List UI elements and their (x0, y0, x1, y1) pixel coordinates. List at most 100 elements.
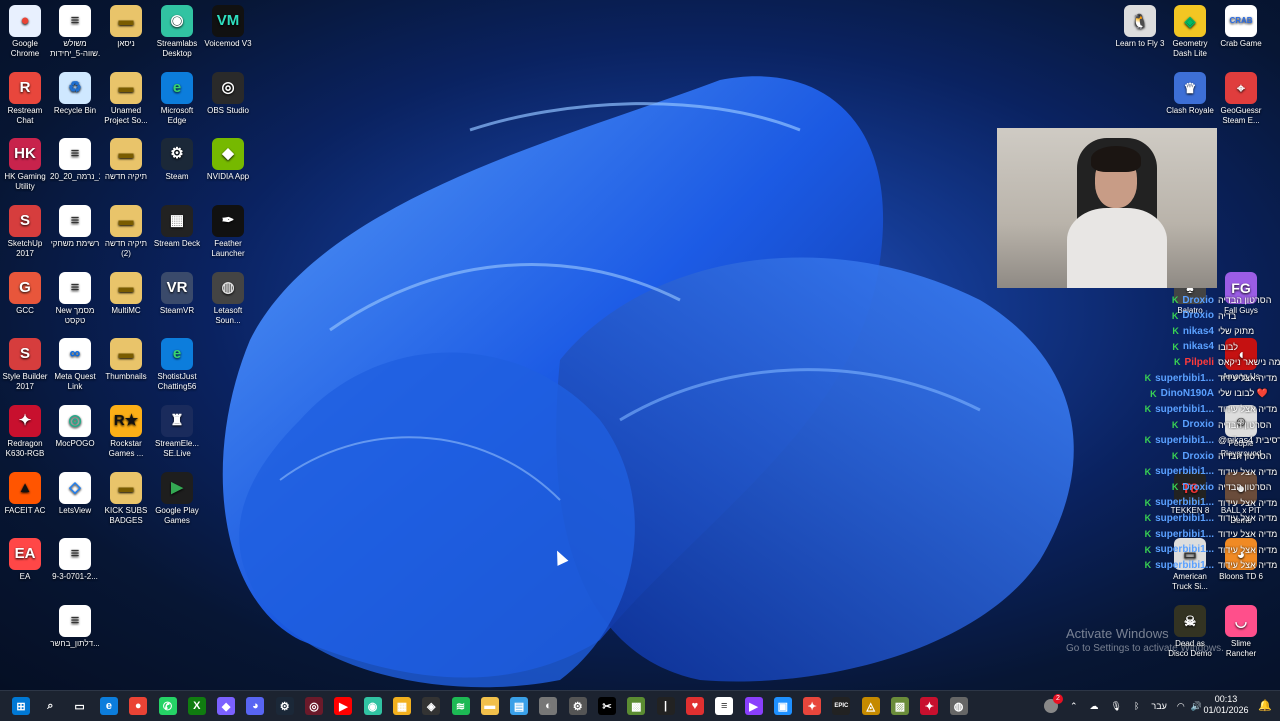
settings-icon[interactable]: ⚙ (568, 697, 587, 715)
task-view-icon[interactable]: ▭ (71, 697, 89, 715)
game-app-icon[interactable]: ✦ (803, 697, 822, 715)
desktop-shortcut[interactable]: ♻ Recycle Bin (50, 72, 100, 116)
document-icon[interactable]: ≡ (715, 697, 734, 715)
desktop-shortcut[interactable]: ▬ KICK SUBS BADGES (101, 472, 151, 526)
notes-icon[interactable]: | (656, 697, 675, 715)
desktop-shortcut[interactable]: ≡ New מסמך טקסט (50, 272, 100, 326)
vpn-icon[interactable]: ◈ (422, 697, 441, 715)
notification-app-icon[interactable]: 2 (1044, 694, 1063, 713)
desktop-shortcut[interactable]: ▲ FACEIT AC (0, 472, 50, 516)
edge-icon[interactable]: e (99, 697, 118, 715)
desktop-shortcut[interactable]: ∞ Meta Quest Link (50, 338, 100, 392)
spotify-icon[interactable]: ≋ (451, 697, 470, 715)
desktop-shortcut[interactable]: ◆ NVIDIA App (203, 138, 253, 182)
whatsapp-icon[interactable]: ✆ (158, 697, 177, 715)
desktop-shortcut[interactable]: ≡ רשימת משחקי (50, 205, 100, 249)
desktop-shortcut[interactable]: ⚙ Steam (152, 138, 202, 182)
edge-icon: e (161, 72, 193, 104)
minecraft-launcher-icon[interactable]: ▨ (891, 697, 909, 715)
epic-games-icon[interactable]: EPIC (832, 697, 851, 715)
copilot-icon[interactable]: ◆ (217, 697, 236, 715)
file-explorer-icon[interactable]: ▬ (480, 697, 499, 715)
desktop-shortcut[interactable]: ▬ MultiMC (101, 272, 151, 316)
discord-icon[interactable]: ◕ (246, 697, 265, 715)
streamlabs-icon[interactable]: ◉ (363, 697, 382, 715)
chat-username: superbibi1... (1155, 512, 1214, 524)
desktop-shortcut[interactable]: ▶ Google Play Games (152, 472, 202, 526)
shortcut-label: 9-3-0701-2... (52, 572, 98, 581)
desktop-shortcut[interactable]: VM Voicemod V3 (203, 5, 253, 49)
chrome-icon[interactable]: ● (129, 697, 148, 715)
desktop-shortcut[interactable]: ≡ 20_נוסחאות_20_נרמה_20... (50, 138, 100, 182)
notifications-bell-icon[interactable]: 🔔 (1258, 699, 1272, 712)
desktop-shortcut[interactable]: ◍ Letasoft Soun... (203, 272, 253, 326)
steam-icon[interactable]: ⚙ (275, 697, 294, 715)
desktop-shortcut[interactable]: ◎ MocPOGO (50, 405, 100, 449)
desktop-shortcut[interactable]: ♛ Clash Royale (1165, 72, 1215, 116)
desktop-shortcut[interactable]: ◇ LetsView (50, 472, 100, 516)
desktop-shortcut[interactable]: ▬ Thumbnails (101, 338, 151, 382)
desktop-shortcut[interactable]: ▬ תיקיה חדשה (2) (101, 205, 151, 259)
desktop-shortcut[interactable]: ✒ Feather Launcher (203, 205, 253, 259)
gamebar-icon[interactable]: ◬ (861, 697, 880, 715)
desktop-shortcut[interactable]: ● Google Chrome (0, 5, 50, 59)
language-indicator[interactable]: עבר (1151, 701, 1166, 711)
clock[interactable]: 00:13 01/01/2026 (1198, 694, 1254, 716)
desktop-shortcut[interactable]: R★ Rockstar Games ... (101, 405, 151, 459)
desktop-shortcut[interactable]: ≡ משולש שווה-5_יחידות... (50, 5, 100, 59)
desktop-shortcut[interactable]: ◎ OBS Studio (203, 72, 253, 116)
onedrive-icon[interactable]: ☁ (1090, 701, 1099, 712)
desktop-shortcut[interactable]: ✦ Redragon K630-RGB (0, 405, 50, 459)
minecraft-icon[interactable]: ▩ (627, 697, 646, 715)
desktop-shortcut[interactable]: R Restream Chat (0, 72, 50, 126)
desktop-shortcut[interactable]: ⌖ GeoGuessr Steam E... (1216, 72, 1266, 126)
desktop-shortcut[interactable]: VR SteamVR (152, 272, 202, 316)
heart-app-icon[interactable]: ♥ (685, 697, 704, 715)
desktop-shortcut[interactable]: ▬ תיקיה חדשה (101, 138, 151, 182)
desktop-shortcut[interactable]: ◈ Geometry Dash Lite (1165, 5, 1215, 59)
start-icon[interactable]: ⊞ (12, 697, 30, 715)
youtube-icon[interactable]: ▶ (334, 697, 353, 715)
kick-badge-icon: K (1144, 529, 1152, 539)
notepad-icon[interactable]: ▤ (510, 697, 529, 715)
recycle-bin-icon: ♻ (59, 72, 91, 104)
recording-icon[interactable]: ◍ (949, 697, 968, 715)
shortcut-label: StreamEle... SE.Live (154, 439, 199, 458)
desktop-shortcut[interactable]: G GCC (0, 272, 50, 316)
desktop-shortcut[interactable]: S SketchUp 2017 (0, 205, 50, 259)
desktop-shortcut[interactable]: CRAB Crab Game (1216, 5, 1266, 49)
microphone-icon[interactable]: 🎙 (1111, 701, 1122, 712)
video-editor-icon[interactable]: ▶ (744, 697, 763, 715)
search-icon[interactable]: ⌕ (41, 697, 59, 715)
bluetooth-icon[interactable]: ᛒ (1134, 701, 1139, 711)
capcut-icon[interactable]: ✂ (598, 697, 616, 715)
desktop-shortcut[interactable]: HK HK Gaming Utility (0, 138, 50, 192)
security-icon[interactable]: ◐ (539, 697, 558, 715)
obs-icon[interactable]: ◎ (305, 697, 323, 715)
desktop-shortcut[interactable]: ▬ Unamed Project So... (101, 72, 151, 126)
desktop-shortcut[interactable]: ◉ Streamlabs Desktop (152, 5, 202, 59)
chevron-up-icon[interactable]: ⌃ (1070, 701, 1078, 712)
desktop-shortcut[interactable]: e Microsoft Edge (152, 72, 202, 126)
kick-badge-icon: K (1171, 295, 1179, 305)
desktop-shortcut[interactable]: e ShotistJust Chatting56 (152, 338, 202, 392)
chat-message: K Droxio הסרטון הבדיה (1172, 293, 1280, 307)
desktop-shortcut[interactable]: EA EA (0, 538, 50, 582)
chat-username: superbibi1... (1155, 544, 1214, 556)
shortcut-label: ShotistJust Chatting56 (157, 372, 197, 391)
redragon-app-icon[interactable]: ✦ (920, 697, 939, 715)
remote-icon[interactable]: ▣ (773, 697, 792, 715)
shortcut-label: HK Gaming Utility (4, 172, 46, 191)
desktop-shortcut[interactable]: ≡ 9-3-0701-2... (50, 538, 100, 582)
wifi-icon[interactable]: ◠ (1177, 701, 1185, 712)
xbox-icon[interactable]: X (187, 697, 206, 715)
activate-subtitle: Go to Settings to activate Windows. (1066, 643, 1224, 654)
store-icon[interactable]: ▦ (392, 697, 411, 715)
desktop-shortcut[interactable]: ≡ דלתון_בחשר... (50, 605, 100, 649)
desktop-shortcut[interactable]: ♜ StreamEle... SE.Live (152, 405, 202, 459)
desktop-shortcut[interactable]: ▬ ניסאן (101, 5, 151, 49)
chat-message: Ksuperbibi1... תראה מדיה אצל עידוד (1145, 371, 1280, 385)
desktop-shortcut[interactable]: ▦ Stream Deck (152, 205, 202, 249)
desktop-shortcut[interactable]: 🐧 Learn to Fly 3 (1115, 5, 1165, 49)
desktop-shortcut[interactable]: S Style Builder 2017 (0, 338, 50, 392)
